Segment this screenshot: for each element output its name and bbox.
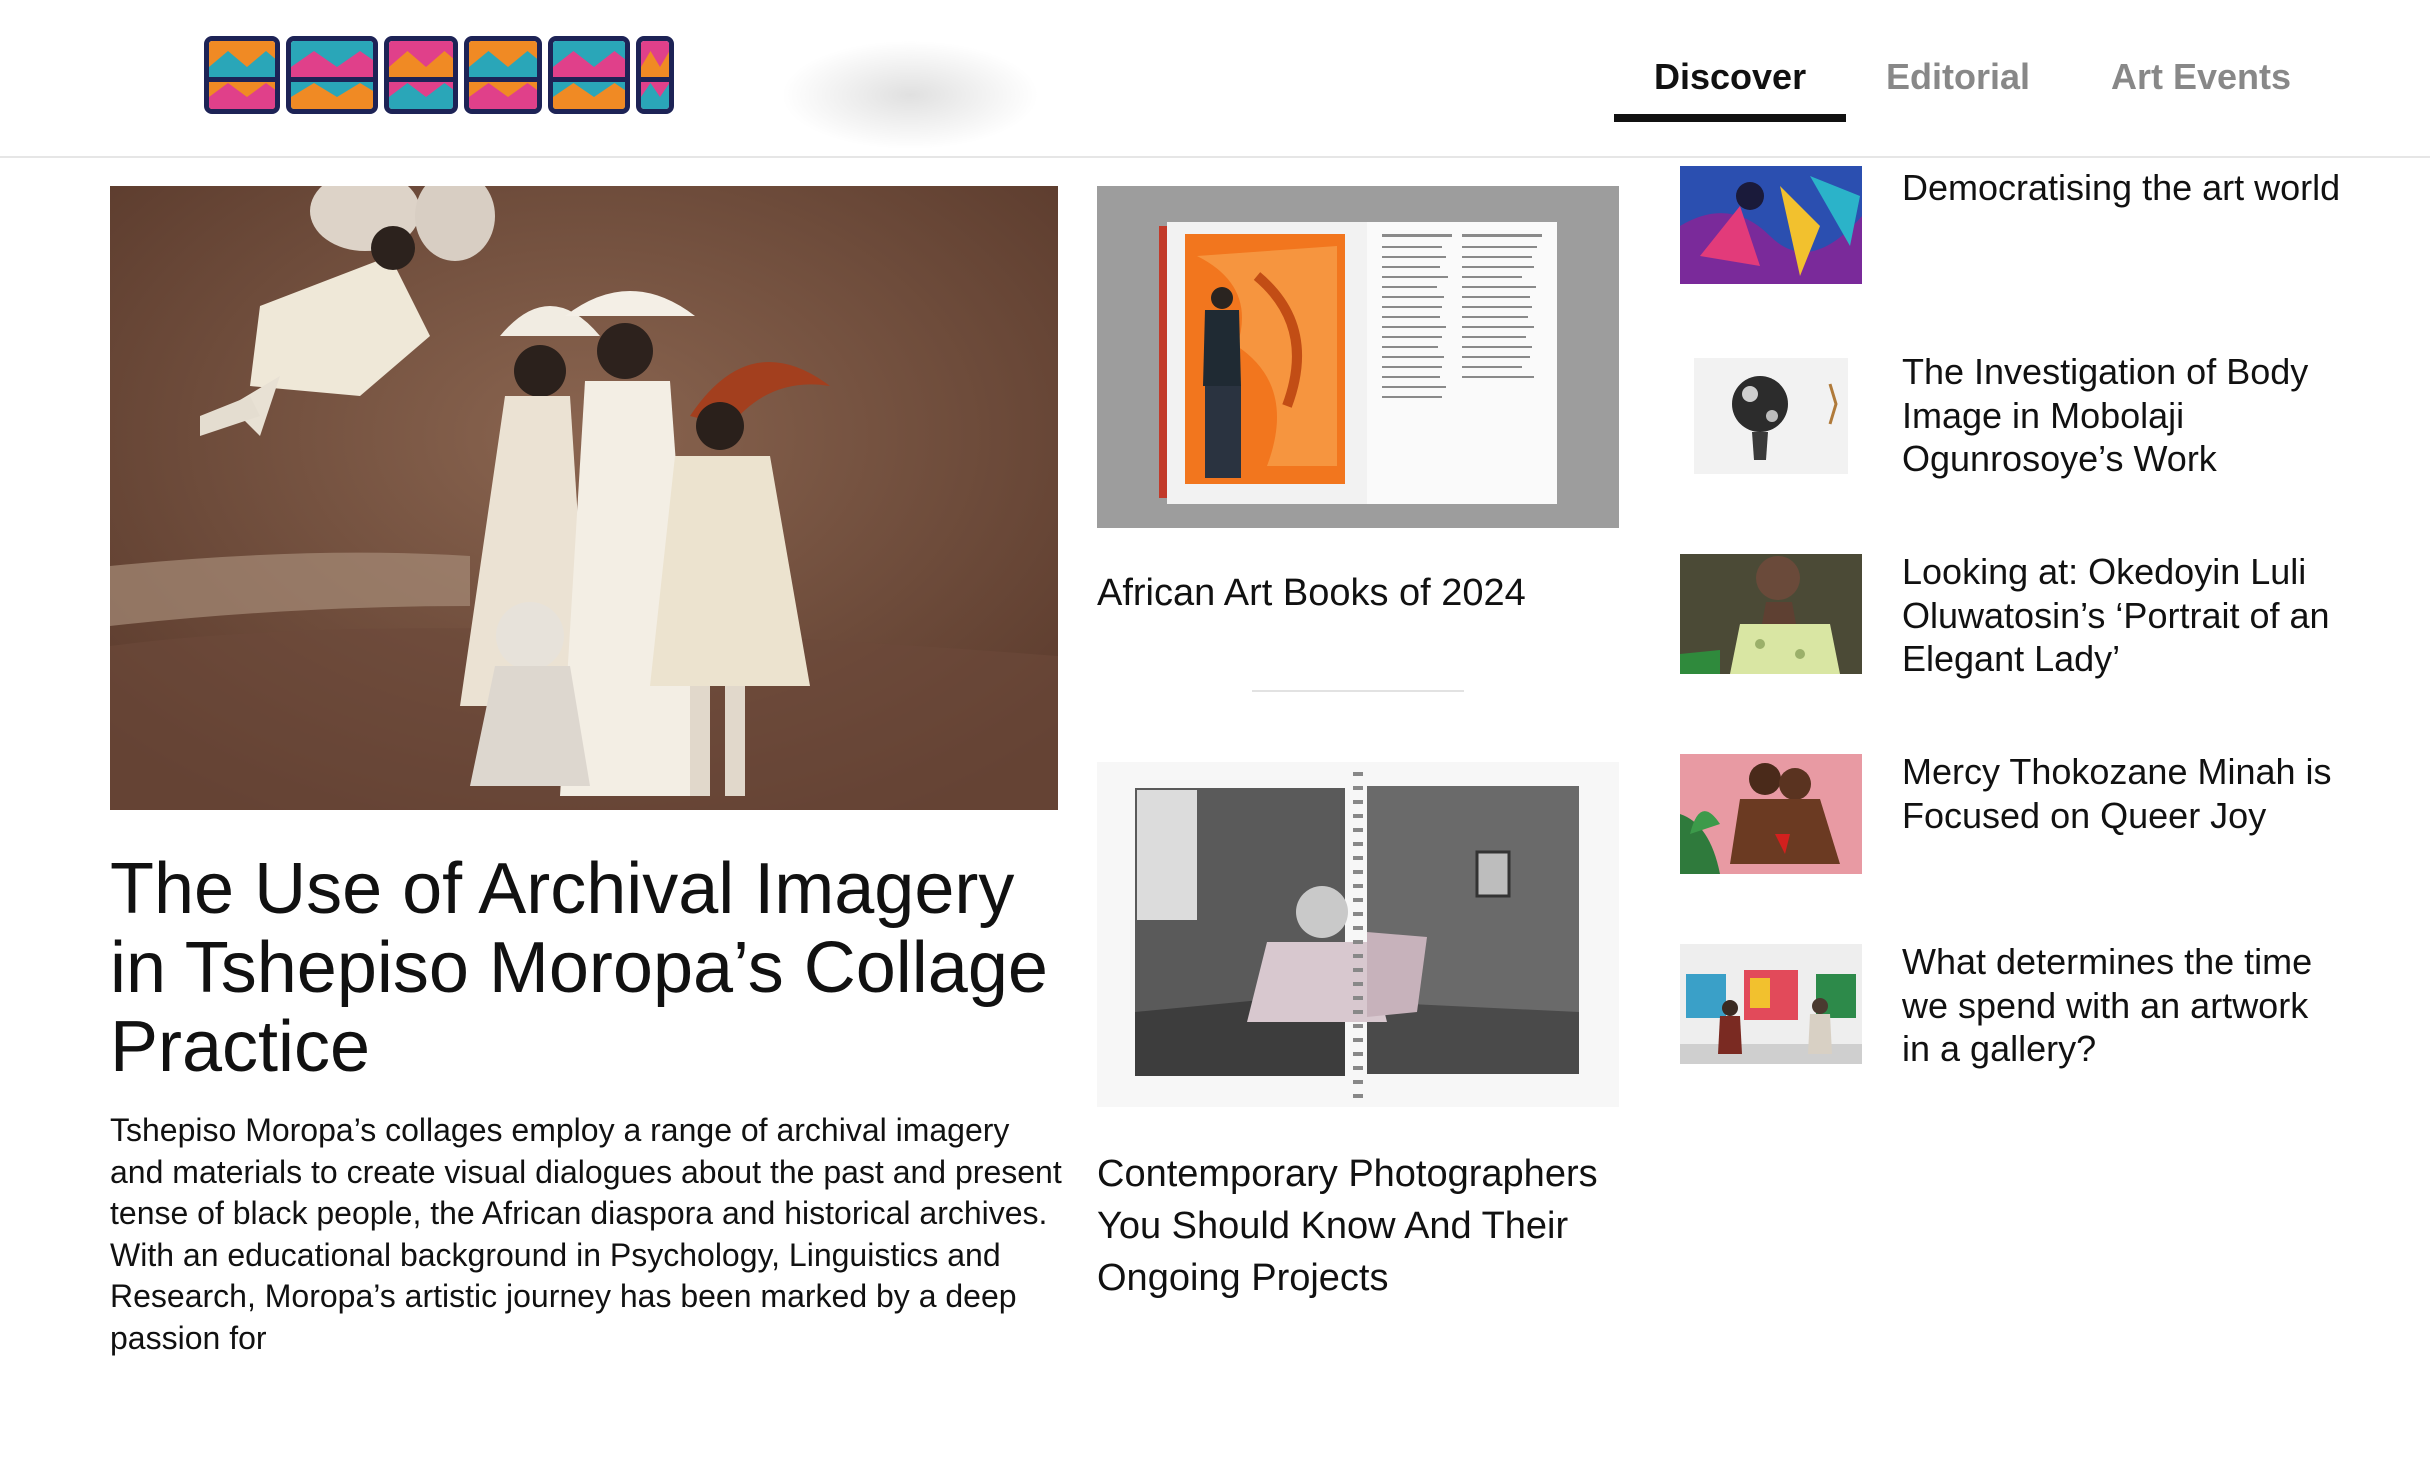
sidebar-article-elegant-lady[interactable]: Looking at: Okedoyin Luli Oluwatosin’s ‘… [1680,550,2340,680]
article-title-photographers[interactable]: Contemporary Photographers You Should Kn… [1097,1148,1627,1304]
article-title-art-books[interactable]: African Art Books of 2024 [1097,570,1627,616]
nav-active-underline [1614,114,1846,122]
sidebar-article-title: Mercy Thokozane Minah is Focused on Quee… [1902,751,2332,836]
thumb-queer-joy [1680,754,1862,874]
logo-letter: M [286,36,378,114]
sidebar-article-democratising[interactable]: Democratising the art world [1680,154,2340,284]
nav-art-events[interactable]: Art Events [2111,56,2291,98]
sidebar-article-body-image[interactable]: The Investigation of Body Image in Mobol… [1680,350,2340,480]
article-image-photographers[interactable] [1097,762,1619,1107]
logo-letter: I [636,36,674,114]
sidebar-article-title: Looking at: Okedoyin Luli Oluwatosin’s ‘… [1902,551,2330,679]
sidebar-article-title: The Investigation of Body Image in Mobol… [1902,351,2309,479]
logo-letter: A [548,36,630,114]
thumb-elegant-lady [1680,554,1862,674]
site-header: OMENAI Discover Editorial Art Events [0,0,2430,158]
logo-letter: N [464,36,542,114]
sidebar-article-title: What determines the time we spend with a… [1902,941,2313,1069]
collage-artwork-image [110,186,1058,810]
thumb-gallery-time [1680,944,1862,1064]
sidebar-article-gallery-time[interactable]: What determines the time we spend with a… [1680,940,2340,1070]
sidebar-article-title: Democratising the art world [1902,167,2341,208]
column-divider [1252,690,1464,692]
open-book-image [1097,186,1619,528]
nav-discover[interactable]: Discover [1654,56,1806,98]
blurred-overlay [780,40,1040,150]
article-image-art-books[interactable] [1097,186,1619,528]
sidebar-article-queer-joy[interactable]: Mercy Thokozane Minah is Focused on Quee… [1680,750,2340,880]
hero-article-title[interactable]: The Use of Archival Imagery in Tshepiso … [110,850,1070,1087]
omenai-logo[interactable]: OMENAI [204,36,674,114]
hero-article-excerpt: Tshepiso Moropa’s collages employ a rang… [110,1112,1062,1356]
photo-book-image [1097,762,1619,1107]
thumb-body-image [1680,354,1862,474]
logo-letter: O [204,36,280,114]
nav-editorial[interactable]: Editorial [1886,56,2030,98]
hero-article-image[interactable] [110,186,1058,810]
thumb-democratising [1680,166,1862,284]
logo-letter: E [384,36,458,114]
